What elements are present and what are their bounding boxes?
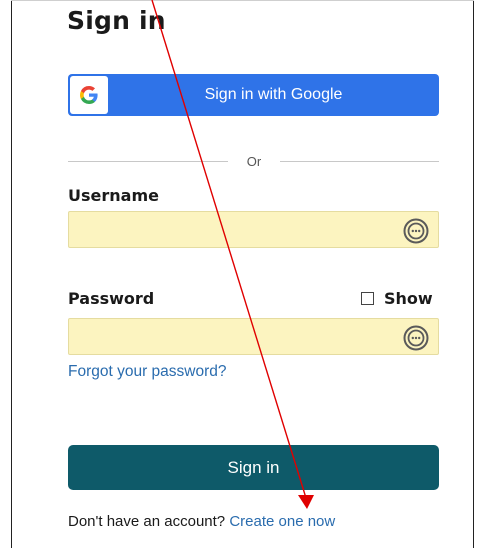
password-label: Password [68, 289, 155, 308]
password-manager-icon[interactable] [403, 218, 429, 244]
google-logo-icon [70, 76, 108, 114]
or-divider-text: Or [246, 154, 262, 169]
frame-border-top [11, 0, 474, 1]
signup-prompt-text: Don't have an account? [68, 513, 226, 530]
create-account-link[interactable]: Create one now [229, 513, 335, 530]
page-title: Sign in [67, 6, 166, 35]
frame-border-right [473, 0, 474, 548]
username-label: Username [68, 186, 159, 205]
show-password-label: Show [384, 288, 433, 308]
password-manager-icon[interactable] [403, 325, 429, 351]
google-button-label: Sign in with Google [204, 86, 343, 103]
divider-line-right [280, 161, 439, 162]
password-input[interactable] [68, 318, 439, 355]
frame-border-left [11, 0, 12, 548]
show-password-checkbox[interactable] [361, 291, 374, 305]
divider-line-left [68, 161, 228, 162]
annotation-arrow-head [298, 495, 314, 509]
signup-prompt-row: Don't have an account? Create one now [68, 513, 335, 530]
sign-in-with-google-button[interactable]: Sign in with Google [68, 74, 439, 116]
forgot-password-link[interactable]: Forgot your password? [68, 363, 227, 381]
show-password-toggle[interactable]: Show [361, 288, 433, 308]
sign-in-button[interactable]: Sign in [68, 445, 439, 490]
username-input[interactable] [68, 211, 439, 248]
